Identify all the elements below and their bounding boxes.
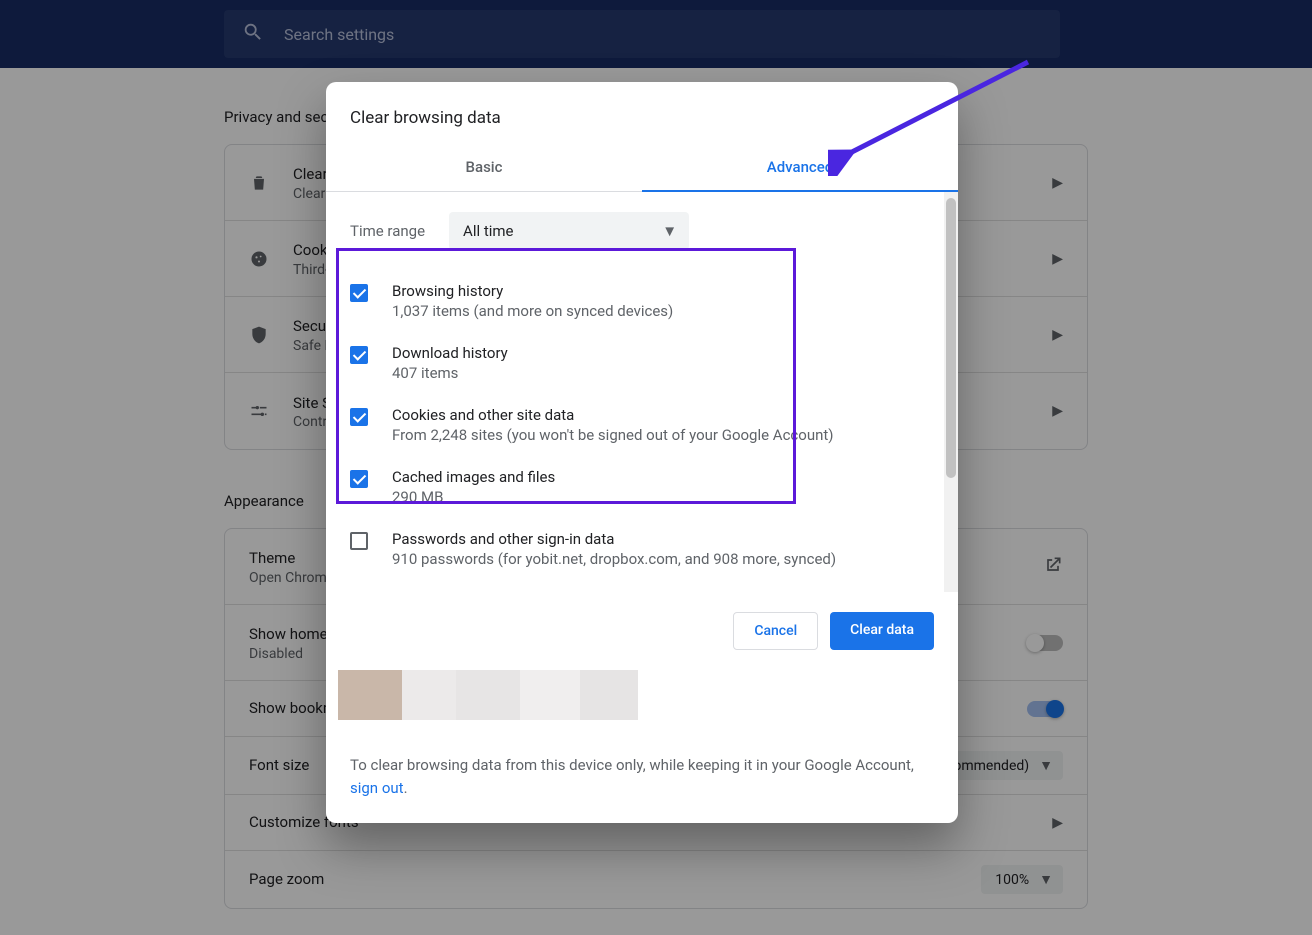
account-tile [580, 670, 638, 720]
check-title: Cookies and other site data [392, 406, 834, 424]
account-strip [326, 670, 958, 734]
check-row-4: Passwords and other sign-in data 910 pass… [350, 518, 934, 580]
check-title: Download history [392, 344, 508, 362]
tab-basic[interactable]: Basic [326, 144, 642, 191]
account-tile [402, 670, 456, 720]
account-tile [520, 670, 580, 720]
check-title: Cached images and files [392, 468, 555, 486]
cancel-button[interactable]: Cancel [733, 612, 818, 650]
dialog-footer-message: To clear browsing data from this device … [326, 734, 958, 823]
checkbox-1[interactable] [350, 346, 368, 364]
check-sub: 407 items [392, 364, 508, 382]
footer-suffix: . [404, 779, 408, 797]
checkbox-0[interactable] [350, 284, 368, 302]
tab-advanced[interactable]: Advanced [642, 144, 958, 192]
time-range-label: Time range [350, 222, 425, 240]
check-title: Browsing history [392, 282, 673, 300]
footer-text: To clear browsing data from this device … [350, 756, 914, 774]
time-range-value: All time [463, 222, 513, 240]
check-sub: 290 MB [392, 488, 555, 506]
dialog-buttons: Cancel Clear data [326, 592, 958, 670]
check-row-1: Download history 407 items [350, 332, 934, 394]
time-range-row: Time range All time ▼ [350, 192, 934, 270]
check-sub: 910 passwords (for yobit.net, dropbox.co… [392, 550, 836, 568]
clear-data-button[interactable]: Clear data [830, 612, 934, 650]
account-tile [338, 670, 402, 720]
check-sub: 1,037 items (and more on synced devices) [392, 302, 673, 320]
check-row-2: Cookies and other site data From 2,248 si… [350, 394, 934, 456]
check-row-3: Cached images and files 290 MB [350, 456, 934, 518]
caret-down-icon: ▼ [662, 222, 677, 240]
account-tile [456, 670, 520, 720]
check-title: Passwords and other sign-in data [392, 530, 836, 548]
check-sub: From 2,248 sites (you won't be signed ou… [392, 426, 834, 444]
scrollbar-thumb[interactable] [946, 198, 956, 478]
checkbox-3[interactable] [350, 470, 368, 488]
dialog-title: Clear browsing data [326, 82, 958, 144]
check-row-0: Browsing history 1,037 items (and more on… [350, 270, 934, 332]
check-row-5: Autofill form data [350, 580, 934, 592]
dialog-body: Time range All time ▼ Browsing history 1,… [326, 192, 958, 592]
clear-browsing-data-dialog: Clear browsing data Basic Advanced Time … [326, 82, 958, 823]
dialog-tabs: Basic Advanced [326, 144, 958, 192]
sign-out-link[interactable]: sign out [350, 779, 404, 797]
time-range-select[interactable]: All time ▼ [449, 212, 689, 250]
checkbox-2[interactable] [350, 408, 368, 426]
checkbox-4[interactable] [350, 532, 368, 550]
